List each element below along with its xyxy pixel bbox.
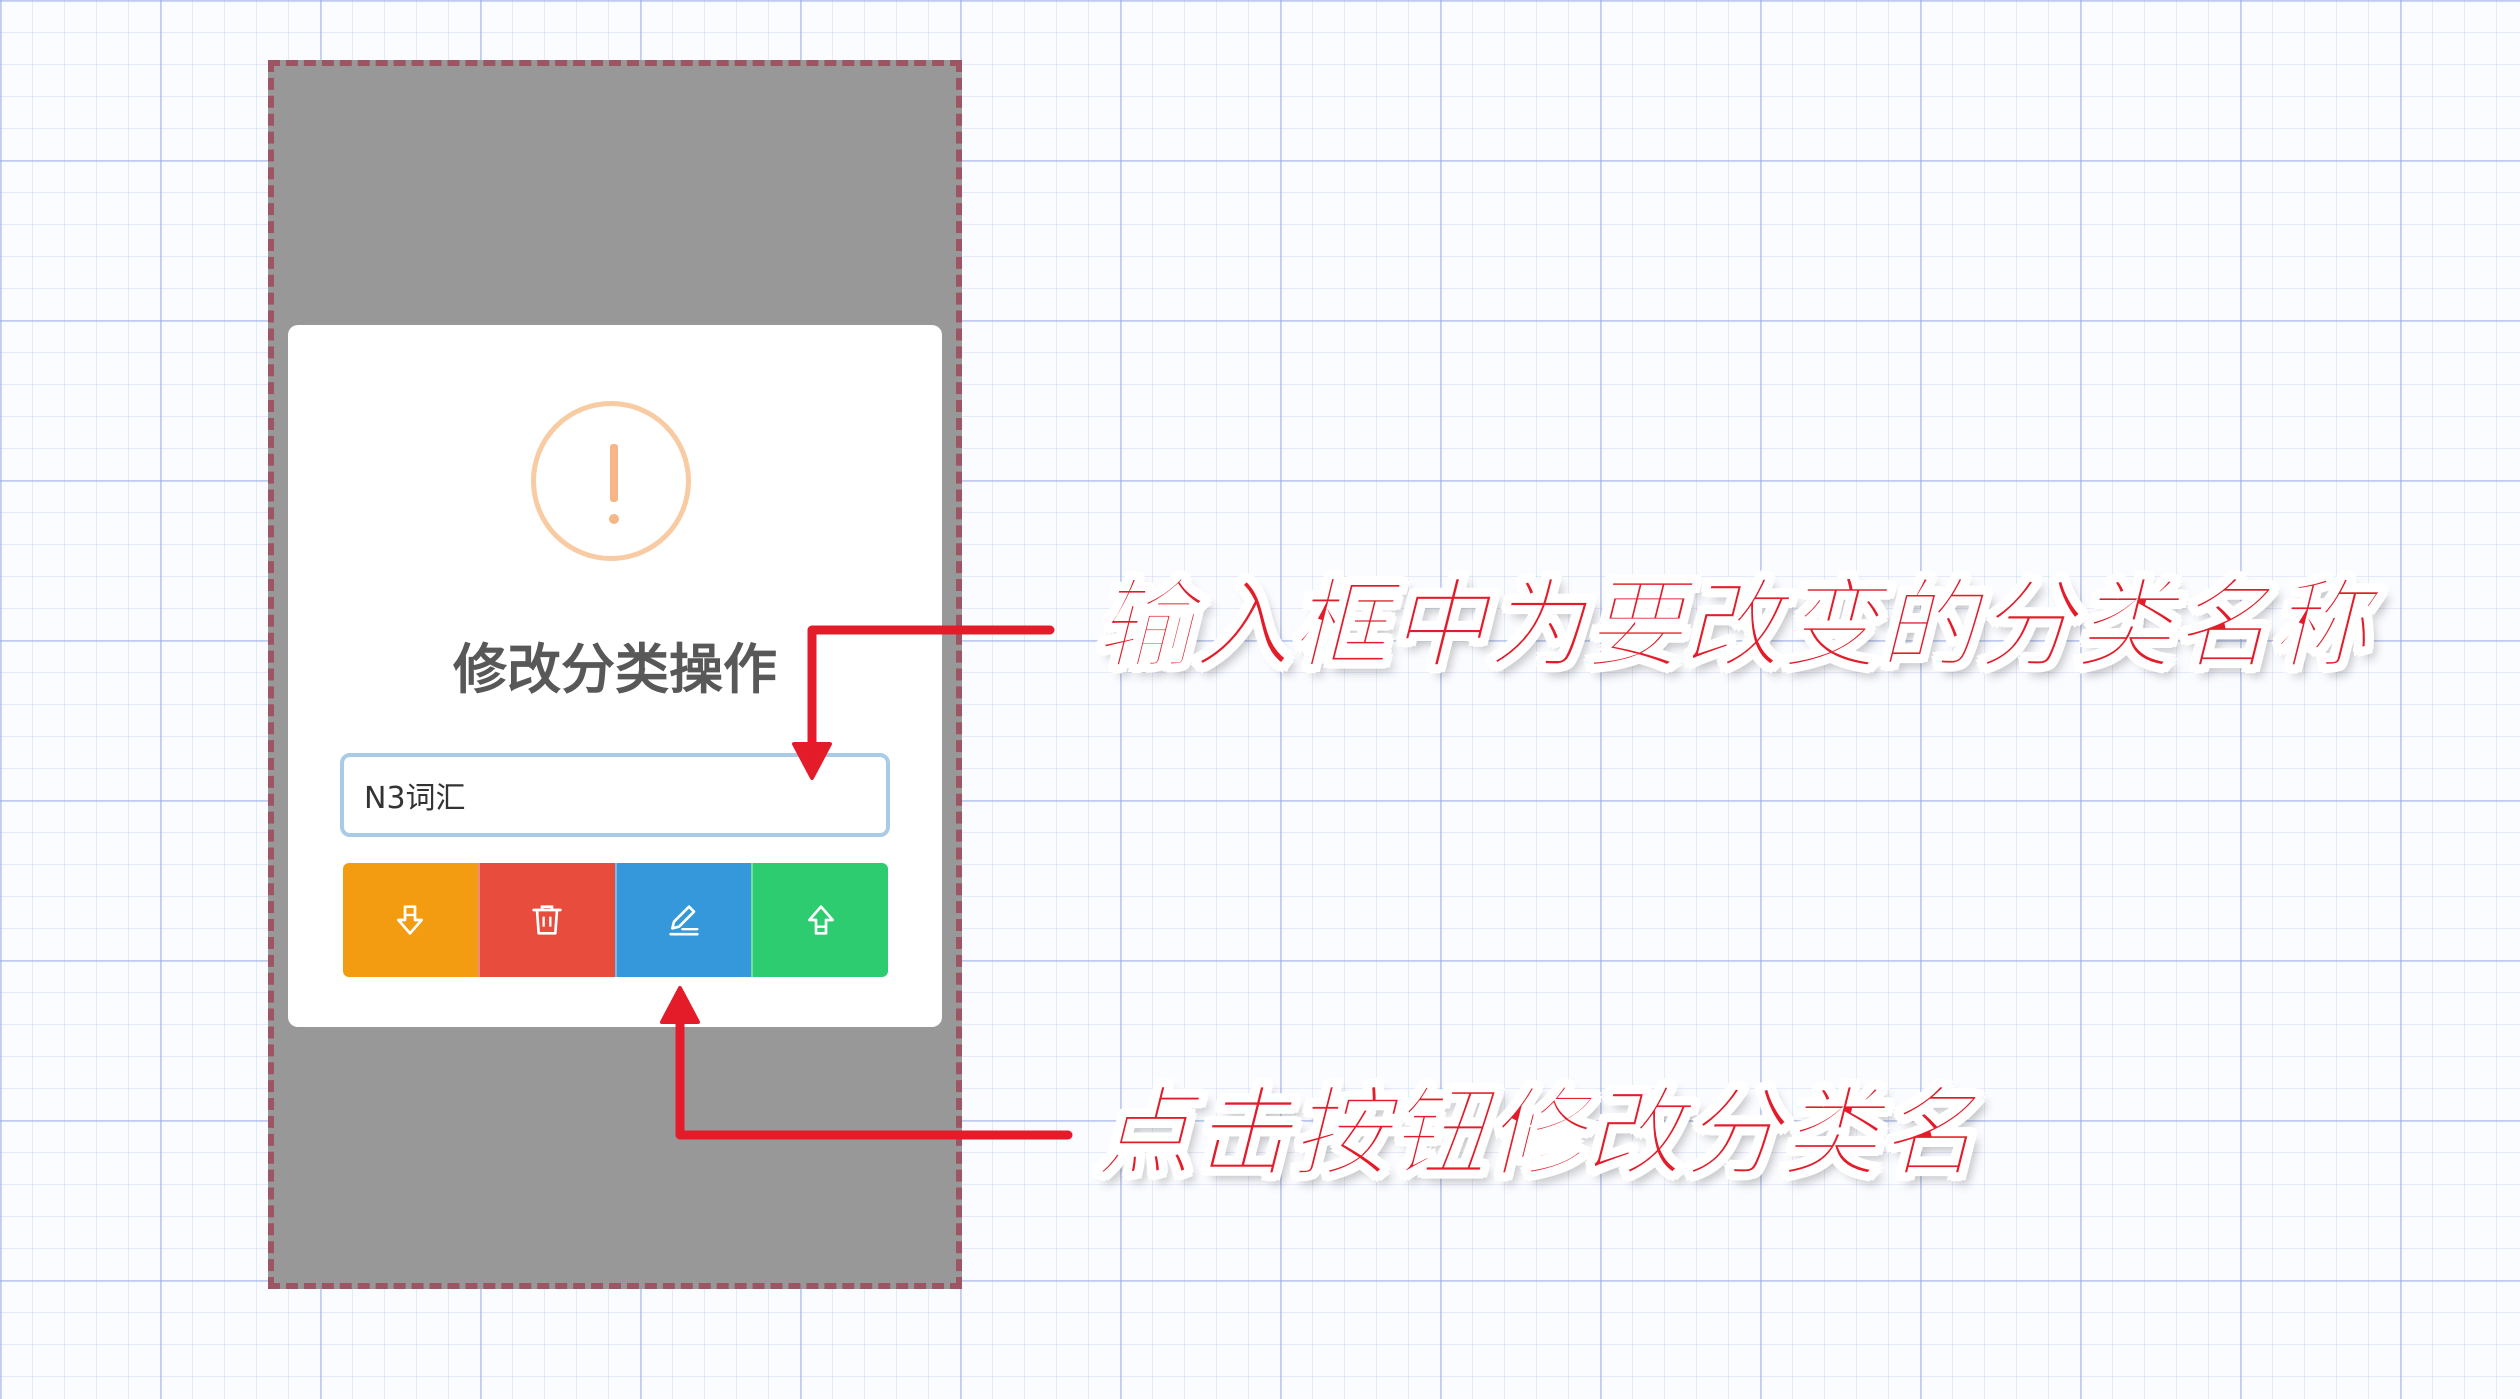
input-annotation-text: 输入框中为要改变的分类名称	[1094, 569, 2370, 683]
category-name-input[interactable]	[340, 753, 890, 837]
delete-button[interactable]	[477, 863, 615, 977]
arrow-up-icon	[807, 905, 834, 935]
pencil-icon	[669, 905, 699, 936]
arrow-down-icon	[397, 905, 424, 935]
modify-category-dialog: 修改分类操作	[288, 325, 942, 1027]
dialog-title: 修改分类操作	[453, 638, 777, 701]
action-button-row	[343, 863, 888, 977]
move-down-button[interactable]	[343, 863, 478, 977]
move-up-button[interactable]	[751, 863, 888, 977]
button-annotation-text: 点击按钮修改分类名	[1094, 1077, 1978, 1191]
edit-button[interactable]	[614, 863, 752, 977]
exclamation-circle-icon	[531, 401, 691, 561]
trash-icon	[532, 905, 562, 935]
